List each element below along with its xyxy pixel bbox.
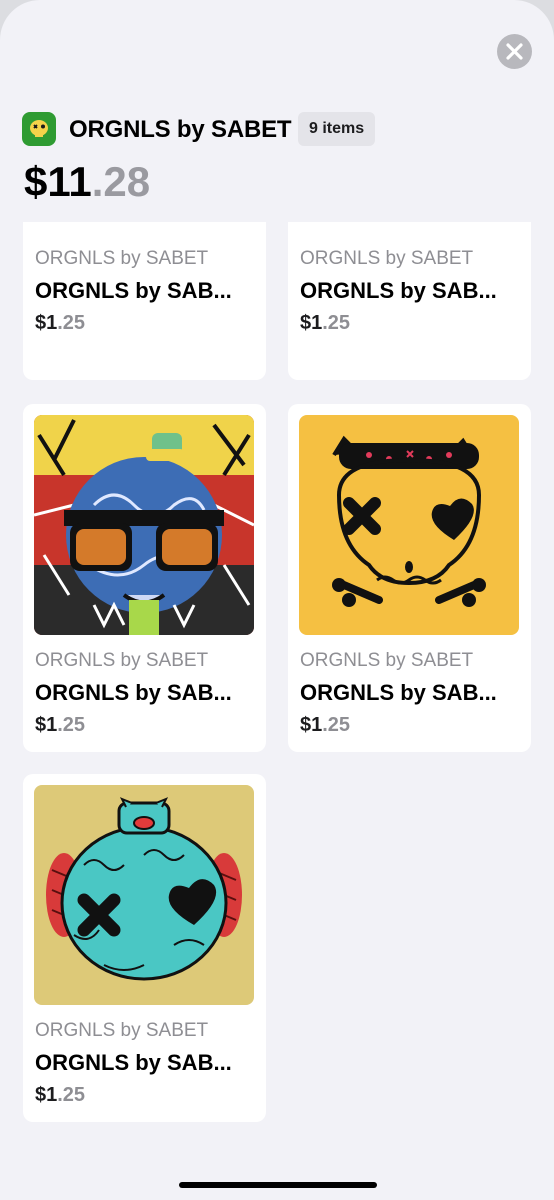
item-title: ORGNLS by SAB... xyxy=(35,680,232,705)
item-card[interactable]: ORGNLS by SABET ORGNLS by SAB... $1.25 xyxy=(288,222,531,380)
item-price: $1.25 xyxy=(300,312,351,334)
total-price-whole: $11 xyxy=(24,158,92,205)
close-icon xyxy=(506,43,523,60)
nft-thumbnail xyxy=(34,785,254,1005)
item-price: $1.25 xyxy=(35,1084,86,1106)
item-title: ORGNLS by SAB... xyxy=(35,278,232,303)
nft-thumbnail xyxy=(299,415,519,635)
item-price: $1.25 xyxy=(35,312,86,334)
item-price: $1.25 xyxy=(35,714,86,736)
item-collection: ORGNLS by SABET xyxy=(300,650,474,671)
nft-thumbnail xyxy=(34,415,254,635)
item-collection: ORGNLS by SABET xyxy=(300,248,474,269)
item-collection: ORGNLS by SABET xyxy=(35,650,209,671)
item-title: ORGNLS by SAB... xyxy=(35,1050,232,1075)
item-title: ORGNLS by SAB... xyxy=(300,680,497,705)
close-button[interactable] xyxy=(497,34,532,69)
item-title: ORGNLS by SAB... xyxy=(300,278,497,303)
collection-name[interactable]: ORGNLS by SABET xyxy=(69,116,292,144)
item-card[interactable]: ORGNLS by SABET ORGNLS by SAB... $1.25 xyxy=(288,404,531,752)
skull-app-icon[interactable] xyxy=(22,112,56,146)
total-price: $11.28 xyxy=(24,158,150,206)
collection-sheet: ORGNLS by SABET 9 items $11.28 ORGNLS by… xyxy=(0,0,554,1200)
item-collection: ORGNLS by SABET xyxy=(35,1020,209,1041)
items-grid: ORGNLS by SABET ORGNLS by SAB... $1.25 O… xyxy=(0,222,554,1200)
item-card[interactable]: ORGNLS by SABET ORGNLS by SAB... $1.25 xyxy=(23,774,266,1122)
item-card[interactable]: ORGNLS by SABET ORGNLS by SAB... $1.25 xyxy=(23,404,266,752)
home-indicator[interactable] xyxy=(179,1182,377,1188)
item-count-badge: 9 items xyxy=(298,112,376,146)
total-price-cents: .28 xyxy=(91,158,151,205)
item-collection: ORGNLS by SABET xyxy=(35,248,209,269)
item-card[interactable]: ORGNLS by SABET ORGNLS by SAB... $1.25 xyxy=(23,222,266,380)
item-price: $1.25 xyxy=(300,714,351,736)
